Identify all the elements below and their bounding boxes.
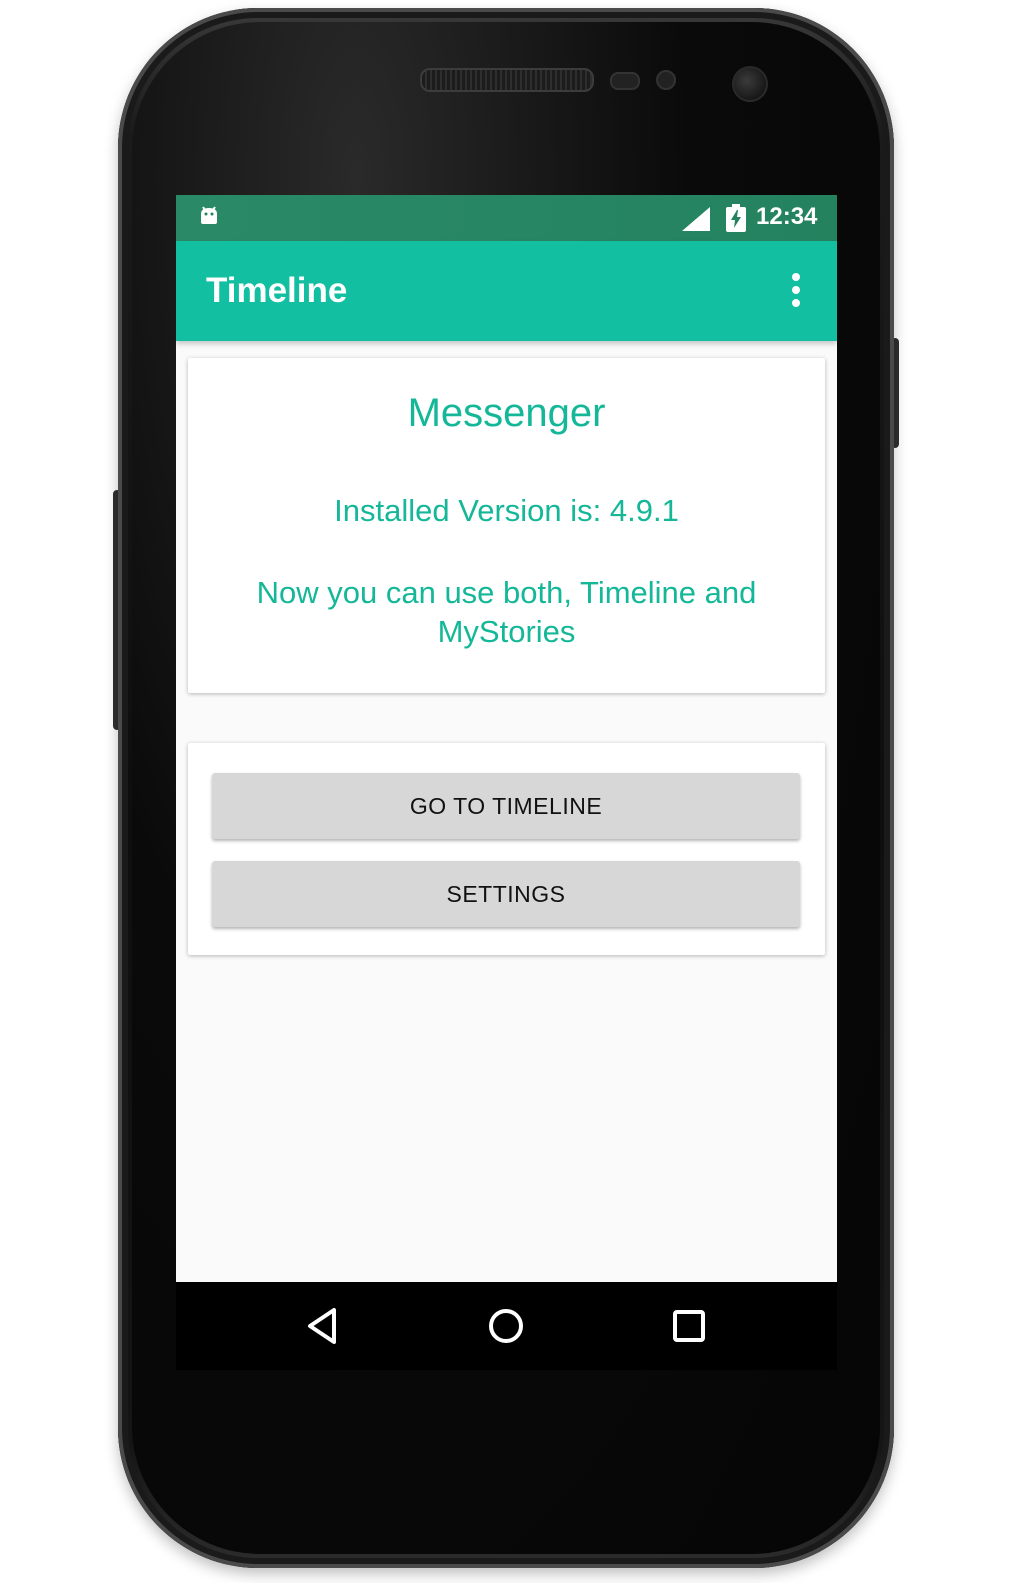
recents-square-icon[interactable] bbox=[667, 1304, 711, 1348]
more-vert-icon[interactable] bbox=[776, 269, 816, 313]
go-to-timeline-button[interactable]: GO TO TIMELINE bbox=[212, 773, 800, 839]
front-camera bbox=[732, 66, 768, 102]
installed-version-text: Installed Version is: 4.9.1 bbox=[334, 493, 679, 528]
menu-dot bbox=[792, 299, 800, 307]
light-sensor bbox=[656, 70, 676, 90]
settings-button[interactable]: SETTINGS bbox=[212, 861, 800, 927]
menu-dot bbox=[792, 273, 800, 281]
menu-dot bbox=[792, 286, 800, 294]
navigation-bar bbox=[176, 1282, 837, 1370]
device-screen: 12:34 Timeline Messenger Installed Versi… bbox=[176, 195, 837, 1370]
status-bar: 12:34 bbox=[176, 195, 837, 241]
back-triangle-icon[interactable] bbox=[302, 1304, 346, 1348]
android-debug-icon bbox=[201, 206, 217, 224]
battery-charging-icon bbox=[726, 204, 746, 232]
home-circle-icon[interactable] bbox=[484, 1304, 528, 1348]
info-message: Now you can use both, Timeline and MySto… bbox=[256, 575, 757, 649]
cell-signal-icon bbox=[682, 207, 710, 231]
app-title: Timeline bbox=[206, 271, 348, 310]
proximity-sensor bbox=[610, 72, 640, 90]
info-title: Messenger bbox=[407, 391, 606, 435]
app-bar: Timeline bbox=[176, 241, 837, 341]
earpiece-speaker bbox=[420, 68, 594, 92]
status-time: 12:34 bbox=[756, 203, 818, 230]
